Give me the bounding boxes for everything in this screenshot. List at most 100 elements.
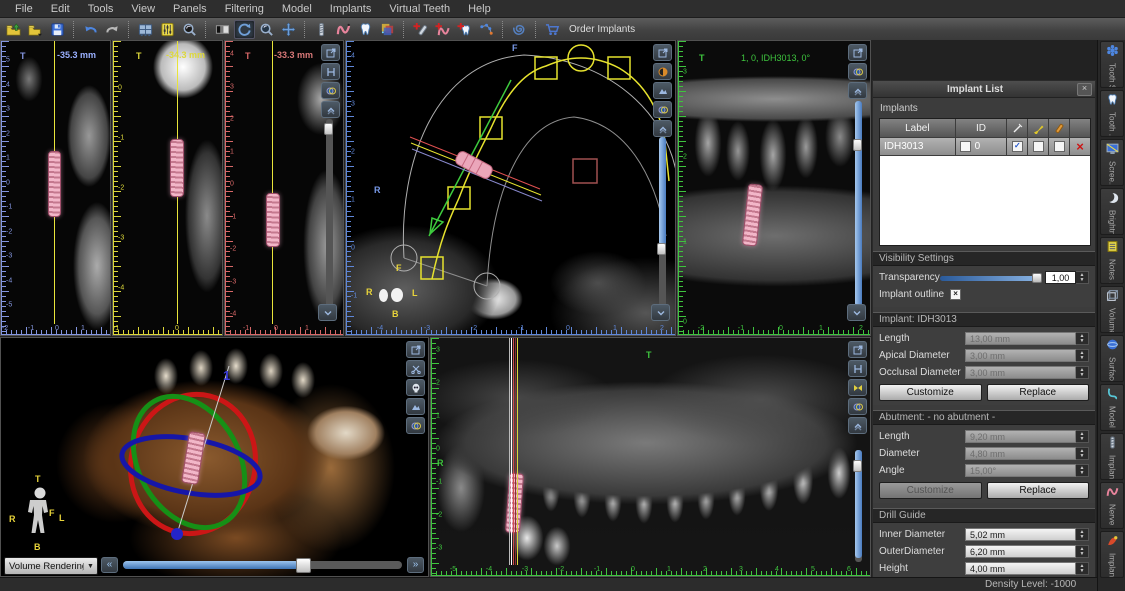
spiral-pano-icon[interactable] — [509, 20, 530, 39]
implant-screw[interactable] — [266, 193, 280, 247]
slice-locator-line[interactable] — [515, 338, 516, 565]
guide-checkbox[interactable] — [1049, 138, 1070, 156]
side-tab-tooth[interactable]: Tooth ... — [1100, 90, 1124, 137]
implant-outline-checkbox[interactable]: × — [950, 289, 961, 300]
implant-label[interactable]: IDH3013 — [880, 138, 956, 156]
save-icon[interactable] — [47, 20, 68, 39]
side-tab-tooth-segmentation[interactable]: Tooth Se... — [1100, 41, 1124, 88]
panel-title-bar[interactable]: Implant List × — [873, 81, 1095, 98]
axis-end-handle[interactable] — [171, 528, 183, 540]
stereo-icon[interactable] — [406, 417, 425, 434]
add-tooth-icon[interactable] — [454, 20, 475, 39]
outerdiameter-spinbox[interactable]: 6,20 mm▲▼ — [965, 545, 1089, 558]
axis-visible-checkbox[interactable]: ✓ — [1007, 138, 1028, 156]
column-header-id[interactable]: ID — [956, 119, 1008, 138]
scroll-down-button[interactable] — [651, 304, 670, 321]
filter-sliders-icon[interactable] — [157, 20, 178, 39]
spinner-buttons[interactable]: ▲▼ — [1076, 430, 1089, 443]
transparency-slider[interactable] — [940, 273, 1040, 283]
implant-screw[interactable] — [48, 151, 61, 217]
replace-button[interactable]: Replace — [987, 482, 1090, 499]
menu-file[interactable]: File — [6, 3, 42, 15]
menu-virtual-teeth[interactable]: Virtual Teeth — [380, 3, 459, 15]
slice-viewport-1[interactable]: T -35.3 mm 543210-1-2-3-4-5-2-101 — [0, 40, 111, 336]
scrollbar-handle[interactable] — [324, 123, 333, 135]
side-tab-nerve[interactable]: Nerve ... — [1100, 482, 1124, 529]
export-icon[interactable] — [321, 44, 340, 61]
menu-help[interactable]: Help — [459, 3, 500, 15]
slider-handle[interactable] — [1032, 273, 1042, 283]
side-tab-brightness[interactable]: Brightne... — [1100, 188, 1124, 235]
import-folder-icon[interactable] — [3, 20, 24, 39]
height-spinbox[interactable]: 4,00 mm▲▼ — [965, 562, 1089, 575]
direction-arrow[interactable] — [430, 218, 443, 234]
stereo-icon[interactable] — [848, 63, 867, 80]
field-value[interactable]: 9,20 mm — [965, 430, 1076, 443]
column-header-screw-icon[interactable] — [1049, 119, 1070, 138]
field-value[interactable]: 3,00 mm — [965, 366, 1076, 379]
add-polyline-icon[interactable] — [476, 20, 497, 39]
export-icon[interactable] — [653, 44, 672, 61]
axial-viewport[interactable]: F R F R L B 43210-1-4-3-2-1012 — [345, 40, 676, 336]
menu-tools[interactable]: Tools — [79, 3, 123, 15]
tooth-position-marker[interactable] — [573, 159, 597, 183]
scroll-down-button[interactable] — [847, 304, 866, 321]
diameter-spinbox[interactable]: 4,80 mm▲▼ — [965, 447, 1089, 460]
implant-icon[interactable] — [311, 20, 332, 39]
rotation-gizmo[interactable] — [1, 338, 429, 558]
scroll-left-button[interactable]: « — [101, 557, 118, 573]
cross-section-viewport[interactable]: T 1, 0, IDH3013, 0° 3210-2-1012 — [677, 40, 871, 336]
curve-handle[interactable] — [535, 57, 557, 79]
spinner-buttons[interactable]: ▲▼ — [1076, 545, 1089, 558]
spinner-buttons[interactable]: ▲▼ — [1076, 528, 1089, 541]
spinner-buttons[interactable]: ▲▼ — [1076, 349, 1089, 362]
spinner-buttons[interactable]: ▲▼ — [1076, 332, 1089, 345]
slice-locator-line[interactable] — [517, 338, 518, 565]
customize-button[interactable]: Customize — [879, 384, 982, 401]
side-tab-screenshot[interactable]: Scree... — [1100, 139, 1124, 186]
column-header-brush-icon[interactable] — [1028, 119, 1049, 138]
side-tab-notes[interactable]: Notes ... — [1100, 237, 1124, 284]
collapse-up-icon[interactable] — [848, 417, 867, 434]
contrast-window-icon[interactable] — [212, 20, 233, 39]
apical-diameter-spinbox[interactable]: 3,00 mm▲▼ — [965, 349, 1089, 362]
panoramic-viewport[interactable]: T R 3210-1-2-3-5-4-3-2-10123456 — [430, 337, 871, 577]
scrollbar-handle[interactable] — [296, 558, 311, 573]
inner-diameter-spinbox[interactable]: 5,02 mm▲▼ — [965, 528, 1089, 541]
length-spinbox[interactable]: 13,00 mm▲▼ — [965, 332, 1089, 345]
redo-icon[interactable] — [102, 20, 123, 39]
slice-viewport-3[interactable]: T -33.3 mm 43210-1-2-3-4-101 — [224, 40, 344, 336]
highlight-checkbox[interactable] — [1028, 138, 1049, 156]
export-icon[interactable] — [848, 44, 867, 61]
volume-3d-viewport[interactable]: 1 T R F L B Volume Rendering ▼ « » — [0, 337, 429, 577]
contrast-orange-icon[interactable] — [653, 63, 672, 80]
zoom-icon[interactable] — [256, 20, 277, 39]
field-value[interactable]: 13,00 mm — [965, 332, 1076, 345]
add-nerve-icon[interactable] — [432, 20, 453, 39]
scissors-icon[interactable] — [406, 360, 425, 377]
menu-implants[interactable]: Implants — [321, 3, 381, 15]
spinner-buttons[interactable]: ▲▼ — [1076, 271, 1089, 284]
tooth-icon[interactable] — [355, 20, 376, 39]
horizontal-scrollbar[interactable] — [123, 561, 402, 569]
scrollbar-handle[interactable] — [853, 460, 862, 472]
slice-locator-line[interactable] — [509, 338, 510, 565]
implant-table[interactable]: LabelIDIDH30130✓× — [879, 118, 1091, 246]
field-value[interactable]: 15,00° — [965, 464, 1076, 477]
slice-scrollbar[interactable] — [326, 119, 333, 311]
skull-icon[interactable] — [406, 379, 425, 396]
field-value[interactable]: 4,00 mm — [965, 562, 1076, 575]
delete-implant-button[interactable]: × — [1070, 138, 1090, 156]
layout-grid-icon[interactable] — [135, 20, 156, 39]
side-tab-implant-screw[interactable]: Implan... — [1100, 433, 1124, 480]
slice-locator-line[interactable] — [511, 338, 512, 565]
spinner-buttons[interactable]: ▲▼ — [1076, 562, 1089, 575]
cross-scrollbar[interactable] — [855, 101, 862, 311]
ortho-views-icon[interactable] — [377, 20, 398, 39]
pano-scrollbar[interactable] — [855, 450, 862, 562]
implant-axis-line[interactable] — [272, 41, 273, 324]
side-tab-surface[interactable]: Surface... — [1100, 335, 1124, 382]
field-value[interactable]: 5,02 mm — [965, 528, 1076, 541]
column-header-ruler-icon[interactable] — [1007, 119, 1028, 138]
spinner-buttons[interactable]: ▲▼ — [1076, 366, 1089, 379]
